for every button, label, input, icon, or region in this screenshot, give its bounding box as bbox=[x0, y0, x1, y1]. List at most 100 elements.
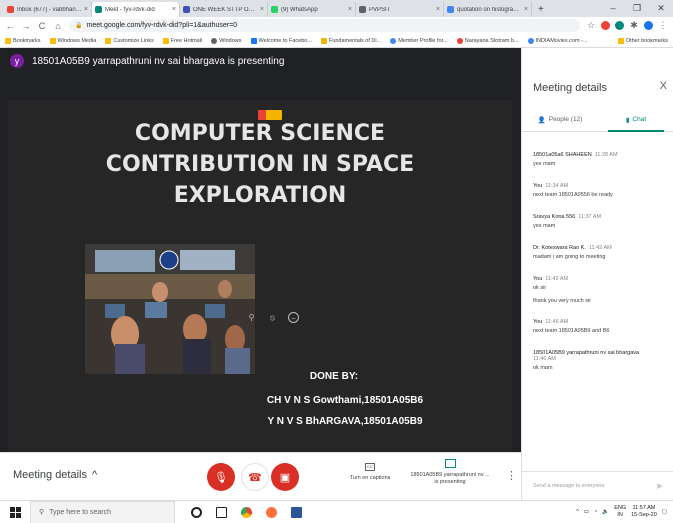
notifications-icon[interactable]: ▢ bbox=[662, 509, 667, 515]
message-time: 11:46 AM bbox=[533, 356, 556, 362]
extension-icon[interactable] bbox=[601, 21, 610, 30]
bookmark-label: Member Profile for... bbox=[398, 37, 448, 44]
presenting-indicator[interactable]: 18501A05B9 yarrapathruni nv ... is prese… bbox=[405, 459, 495, 486]
bookmark-item[interactable]: Welcome to Facebo... bbox=[250, 37, 312, 44]
close-panel-button[interactable]: X bbox=[660, 80, 667, 92]
leave-call-button[interactable]: ☎ bbox=[241, 463, 269, 491]
bookmark-item[interactable]: Windows bbox=[211, 37, 242, 44]
chat-icon: ▮ bbox=[625, 116, 630, 124]
tab-label: People (12) bbox=[548, 116, 583, 123]
other-bookmarks[interactable]: Other bookmarks bbox=[617, 37, 668, 44]
bookmarks-bar: Bookmarks Windows Media Customize Links … bbox=[0, 34, 673, 48]
bookmark-label: Windows Media bbox=[57, 37, 97, 44]
browser-tab-active[interactable]: Meet - fyv-rdvk-did × bbox=[92, 2, 180, 17]
bookmark-label: Other bookmarks bbox=[625, 37, 668, 44]
forward-icon[interactable]: → bbox=[21, 21, 31, 31]
meeting-details-button[interactable]: Meeting details ^ bbox=[13, 469, 97, 481]
browser-tab[interactable]: quotation on histogram - Go…× bbox=[444, 2, 532, 17]
extension-icon[interactable] bbox=[615, 21, 624, 30]
mute-icon[interactable]: ⦸ bbox=[267, 312, 278, 323]
clock[interactable]: 11:57 AM 15-Sep-20 bbox=[631, 505, 657, 519]
bookmark-item[interactable]: Bookmarks bbox=[5, 37, 41, 44]
menu-kebab-icon[interactable]: ⋮ bbox=[658, 20, 668, 31]
page-icon bbox=[390, 37, 397, 44]
message-sender: 18501a05a6 SHAHEEN bbox=[533, 152, 592, 158]
tab-title: Inbox (677) - vabbhanenum@… bbox=[17, 6, 82, 13]
more-options-icon[interactable]: ⋮ bbox=[506, 469, 517, 482]
back-icon[interactable]: ← bbox=[5, 21, 15, 31]
close-tab-icon[interactable]: × bbox=[436, 6, 440, 13]
maximize-button[interactable]: ❐ bbox=[625, 0, 649, 17]
tab-title: PVPSIT bbox=[369, 6, 391, 13]
browser-tab[interactable]: ONE WEEK STTP ON MACHINE× bbox=[180, 2, 268, 17]
task-view-icon[interactable] bbox=[216, 506, 227, 518]
volume-icon[interactable]: 🔈 bbox=[602, 509, 609, 515]
bookmark-item[interactable]: Member Profile for... bbox=[390, 37, 448, 44]
remove-icon[interactable]: − bbox=[288, 312, 299, 323]
camera-off-button[interactable]: ▣ bbox=[271, 463, 299, 491]
star-icon[interactable]: ☆ bbox=[586, 20, 596, 31]
close-tab-icon[interactable]: × bbox=[260, 6, 264, 13]
reload-icon[interactable]: C bbox=[37, 21, 47, 31]
bookmark-item[interactable]: Customize Links bbox=[105, 37, 154, 44]
cortana-icon[interactable] bbox=[191, 506, 202, 518]
address-bar[interactable]: 🔒 meet.google.com/fyv-rdvk-did?pli=1&aut… bbox=[69, 19, 580, 32]
tab-title: (9) WhatsApp bbox=[281, 6, 318, 13]
language-indicator[interactable]: ENG IN bbox=[614, 505, 626, 519]
close-tab-icon[interactable]: × bbox=[172, 6, 176, 13]
home-icon[interactable]: ⌂ bbox=[53, 21, 63, 31]
globe-icon bbox=[211, 37, 218, 44]
bookmark-label: Fundamentals of Di... bbox=[328, 37, 382, 44]
browser-tab[interactable]: Inbox (677) - vabbhanenum@…× bbox=[4, 2, 92, 17]
battery-icon[interactable]: ▭ bbox=[584, 509, 589, 515]
chrome-icon[interactable] bbox=[241, 506, 252, 518]
bookmark-label: Narayana Stotram b... bbox=[464, 37, 519, 44]
presenter-bar: y 18501A05B9 yarrapathruni nv sai bharga… bbox=[0, 48, 521, 74]
presenter-credit: Y N V S BhARGAVA,18501A05B9 bbox=[267, 416, 423, 427]
send-icon[interactable]: ➤ bbox=[655, 481, 663, 492]
chat-input[interactable]: Send a message to everyone ➤ bbox=[522, 471, 673, 500]
bookmark-item[interactable]: Fundamentals of Di... bbox=[320, 37, 382, 44]
tab-chat[interactable]: ▮ Chat bbox=[598, 108, 673, 132]
close-tab-icon[interactable]: × bbox=[84, 6, 88, 13]
bookmark-item[interactable]: Windows Media bbox=[49, 37, 97, 44]
firefox-icon[interactable] bbox=[266, 506, 277, 518]
extension-icons: ☆ ✱ ⋮ bbox=[586, 20, 668, 31]
taskbar-search[interactable]: ⚲ Type here to search bbox=[30, 500, 175, 523]
tray-chevron-icon[interactable]: ^ bbox=[576, 509, 579, 515]
bookmark-item[interactable]: Free Hotmail bbox=[162, 37, 203, 44]
new-tab-button[interactable]: + bbox=[532, 2, 550, 17]
gmail-favicon-icon bbox=[7, 6, 14, 13]
form-favicon-icon bbox=[183, 6, 190, 13]
folder-icon bbox=[162, 37, 169, 44]
taskbar-apps bbox=[191, 506, 302, 518]
bookmark-item[interactable]: INDIAMovies.com -... bbox=[527, 37, 587, 44]
start-button[interactable] bbox=[0, 506, 30, 518]
browser-tab-strip: Inbox (677) - vabbhanenum@…× Meet - fyv-… bbox=[0, 0, 673, 17]
minimize-button[interactable]: – bbox=[601, 0, 625, 17]
close-tab-icon[interactable]: × bbox=[524, 6, 528, 13]
bookmark-item[interactable]: Narayana Stotram b... bbox=[456, 37, 519, 44]
browser-tab[interactable]: (9) WhatsApp × bbox=[268, 2, 356, 17]
bookmark-star-icon bbox=[5, 37, 11, 44]
pin-icon[interactable]: ⚲ bbox=[246, 312, 257, 323]
captions-button[interactable]: CC Turn on captions bbox=[340, 463, 400, 481]
network-icon[interactable]: ◔ bbox=[594, 509, 597, 515]
tab-title: Meet - fyv-rdvk-did bbox=[105, 6, 155, 13]
captions-icon: CC bbox=[365, 463, 375, 471]
message-text: madam i am going to meeting bbox=[533, 254, 606, 260]
tab-title: quotation on histogram - Go… bbox=[457, 6, 522, 13]
tab-people[interactable]: 👤 People (12) bbox=[522, 108, 598, 131]
message-text: yes mam bbox=[533, 161, 556, 167]
done-by-label: DONE BY: bbox=[309, 371, 359, 382]
browser-tab[interactable]: PVPSIT × bbox=[356, 2, 444, 17]
close-tab-icon[interactable]: × bbox=[348, 6, 352, 13]
page-icon bbox=[456, 37, 463, 44]
word-icon[interactable] bbox=[291, 506, 302, 518]
puzzle-icon[interactable]: ✱ bbox=[629, 20, 639, 31]
bookmark-label: Welcome to Facebo... bbox=[258, 37, 312, 44]
close-window-button[interactable]: ✕ bbox=[649, 0, 673, 17]
microphone-off-button[interactable]: 🎙 bbox=[207, 463, 235, 491]
bookmark-label: Free Hotmail bbox=[170, 37, 203, 44]
profile-avatar-icon[interactable] bbox=[644, 21, 653, 30]
